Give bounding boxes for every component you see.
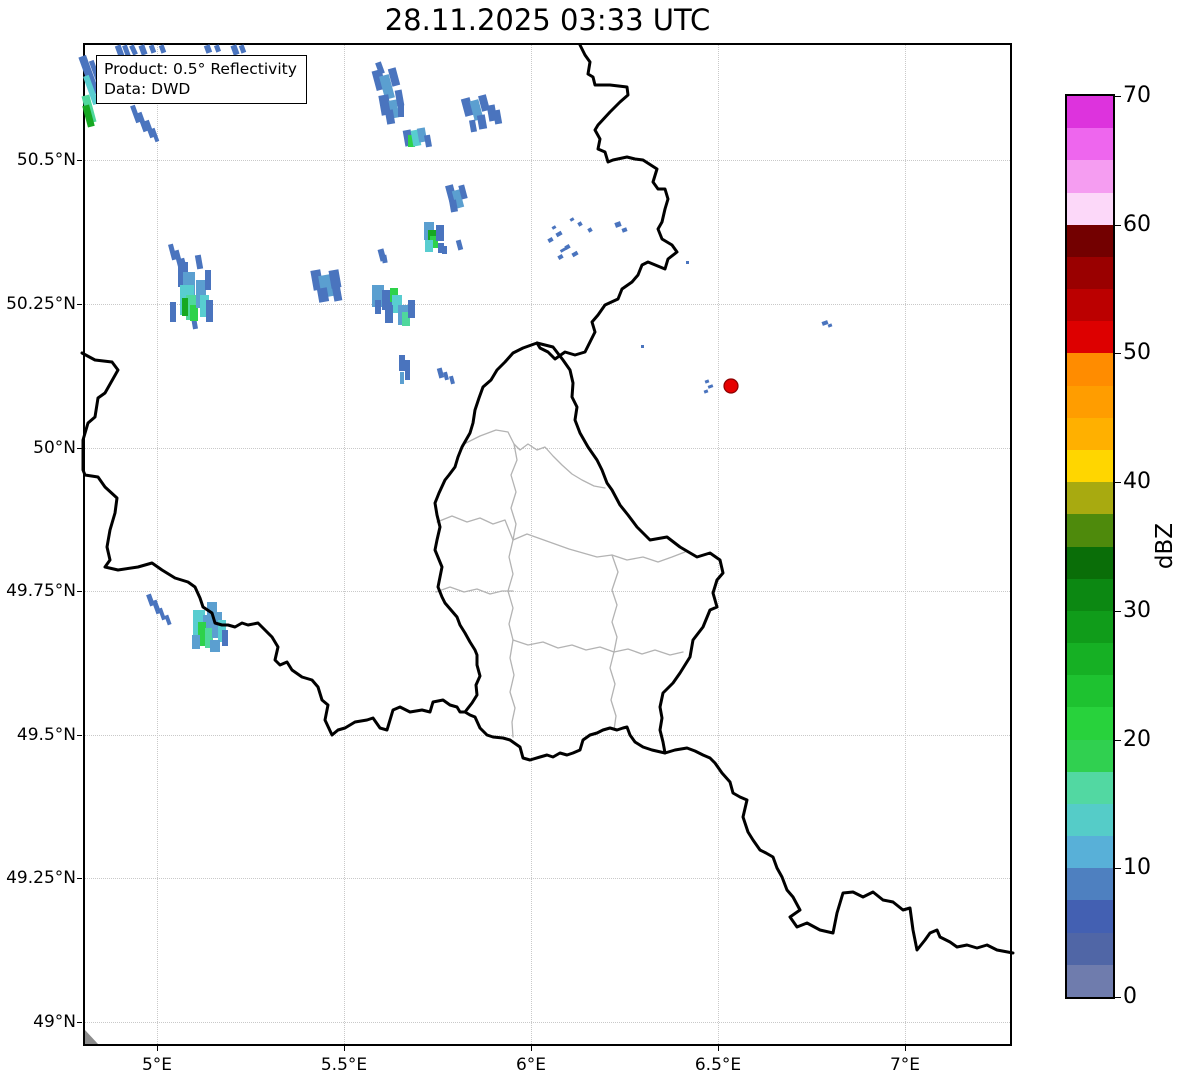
colorbar-tick bbox=[1115, 997, 1121, 998]
colorbar-band bbox=[1067, 707, 1113, 740]
colorbar-band bbox=[1067, 900, 1113, 933]
y-tick bbox=[77, 1022, 82, 1023]
x-tick-label: 5.5°E bbox=[304, 1057, 384, 1074]
x-tick-label: 6.5°E bbox=[678, 1057, 758, 1074]
product-label: Product: 0.5° Reflectivity bbox=[104, 59, 297, 79]
colorbar-band bbox=[1067, 353, 1113, 386]
colorbar-band bbox=[1067, 579, 1113, 612]
colorbar-tick bbox=[1115, 740, 1121, 741]
colorbar-band bbox=[1067, 257, 1113, 290]
colorbar-band bbox=[1067, 514, 1113, 547]
x-tick bbox=[905, 1046, 906, 1051]
canton-border-path bbox=[436, 587, 513, 594]
data-source-label: Data: DWD bbox=[104, 79, 297, 99]
colorbar-band bbox=[1067, 321, 1113, 354]
radar-figure: 28.11.2025 03:33 UTC Product: 0.5° Refle… bbox=[0, 0, 1202, 1081]
canton-border-path bbox=[511, 444, 517, 540]
colorbar-band bbox=[1067, 96, 1113, 129]
colorbar-band bbox=[1067, 289, 1113, 322]
y-tick-label: 49.75°N bbox=[0, 583, 76, 600]
canton-border-path bbox=[508, 540, 513, 640]
y-tick-label: 49°N bbox=[0, 1014, 76, 1031]
colorbar-tick-label: 30 bbox=[1123, 600, 1151, 622]
product-annotation-box: Product: 0.5° Reflectivity Data: DWD bbox=[96, 55, 307, 104]
y-tick-label: 50.25°N bbox=[0, 296, 76, 313]
colorbar-band bbox=[1067, 450, 1113, 483]
y-tick bbox=[77, 878, 82, 879]
map-corner-artifact bbox=[85, 1030, 98, 1044]
y-tick bbox=[77, 304, 82, 305]
x-tick-label: 5°E bbox=[117, 1057, 197, 1074]
figure-title: 28.11.2025 03:33 UTC bbox=[85, 5, 1010, 37]
colorbar-band bbox=[1067, 386, 1113, 419]
y-tick bbox=[77, 591, 82, 592]
canton-border-path bbox=[510, 640, 515, 737]
x-tick bbox=[157, 1046, 158, 1051]
y-tick bbox=[77, 160, 82, 161]
colorbar-band bbox=[1067, 611, 1113, 644]
colorbar-band bbox=[1067, 740, 1113, 773]
colorbar-tick-label: 60 bbox=[1123, 214, 1151, 236]
colorbar-tick-label: 20 bbox=[1123, 729, 1151, 751]
colorbar-band bbox=[1067, 868, 1113, 901]
x-tick bbox=[718, 1046, 719, 1051]
colorbar bbox=[1065, 94, 1115, 999]
x-tick bbox=[531, 1046, 532, 1051]
colorbar-tick bbox=[1115, 225, 1121, 226]
canton-border-path bbox=[612, 555, 618, 652]
colorbar-band bbox=[1067, 482, 1113, 515]
x-tick-label: 6°E bbox=[491, 1057, 571, 1074]
x-tick-label: 7°E bbox=[865, 1057, 945, 1074]
colorbar-band bbox=[1067, 772, 1113, 805]
x-tick bbox=[344, 1046, 345, 1051]
colorbar-tick bbox=[1115, 96, 1121, 97]
y-tick bbox=[77, 735, 82, 736]
canton-border-path bbox=[610, 652, 616, 730]
y-tick-label: 49.5°N bbox=[0, 727, 76, 744]
colorbar-tick bbox=[1115, 353, 1121, 354]
colorbar-tick-label: 10 bbox=[1123, 857, 1151, 879]
country-border-path bbox=[665, 748, 1013, 953]
colorbar-band bbox=[1067, 128, 1113, 161]
colorbar-band bbox=[1067, 547, 1113, 580]
colorbar-axis-label: dBZ bbox=[1152, 510, 1178, 582]
colorbar-band bbox=[1067, 193, 1113, 226]
colorbar-band bbox=[1067, 965, 1113, 998]
colorbar-band bbox=[1067, 160, 1113, 193]
country-border-path bbox=[537, 45, 677, 359]
colorbar-band bbox=[1067, 933, 1113, 966]
country-border-path bbox=[82, 353, 465, 735]
colorbar-tick-label: 50 bbox=[1123, 342, 1151, 364]
colorbar-band bbox=[1067, 675, 1113, 708]
colorbar-band bbox=[1067, 836, 1113, 869]
y-tick bbox=[77, 448, 82, 449]
y-tick-label: 49.25°N bbox=[0, 870, 76, 887]
canton-border-path bbox=[513, 640, 683, 655]
y-tick-label: 50°N bbox=[0, 440, 76, 457]
colorbar-tick-label: 70 bbox=[1123, 85, 1151, 107]
colorbar-band bbox=[1067, 804, 1113, 837]
map-plot-area: Product: 0.5° Reflectivity Data: DWD bbox=[83, 43, 1012, 1046]
colorbar-tick bbox=[1115, 611, 1121, 612]
colorbar-tick bbox=[1115, 868, 1121, 869]
borders-overlay bbox=[85, 45, 1010, 1044]
y-tick-label: 50.5°N bbox=[0, 152, 76, 169]
colorbar-tick-label: 40 bbox=[1123, 471, 1151, 493]
colorbar-band bbox=[1067, 418, 1113, 451]
colorbar-tick-label: 0 bbox=[1123, 986, 1137, 1008]
radar-site-marker bbox=[724, 379, 738, 393]
colorbar-tick bbox=[1115, 482, 1121, 483]
colorbar-band bbox=[1067, 225, 1113, 258]
colorbar-band bbox=[1067, 643, 1113, 676]
